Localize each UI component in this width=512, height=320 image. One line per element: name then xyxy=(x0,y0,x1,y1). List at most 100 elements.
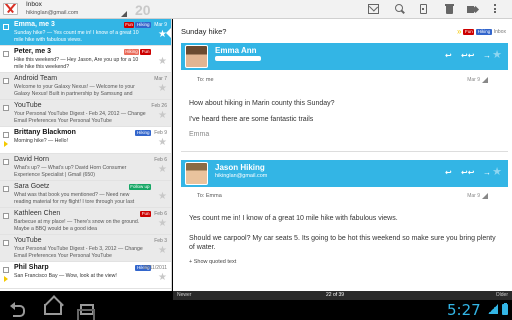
select-checkbox[interactable] xyxy=(3,213,9,219)
star-icon[interactable]: ★ xyxy=(158,246,167,256)
account-email: hikinglan@gmail.com xyxy=(26,10,79,16)
label-chip: Fun xyxy=(463,29,475,35)
account-title: Inbox xyxy=(26,1,42,8)
label-chip: Hiking xyxy=(135,130,151,136)
list-item-snippet: What was that book you mentioned? — Need… xyxy=(14,192,135,205)
star-icon[interactable]: ★ xyxy=(158,57,167,67)
overflow-menu-icon[interactable] xyxy=(494,4,497,14)
star-icon[interactable]: ★ xyxy=(158,111,167,121)
details-dropdown-icon[interactable] xyxy=(482,193,488,199)
list-item[interactable]: Brittany Blackmon Hiking Feb 9 Morning hike… xyxy=(0,127,171,154)
older-button[interactable]: Older xyxy=(496,291,508,300)
list-item[interactable]: Sara Goetz Follow up What was that book yo… xyxy=(0,181,171,208)
status-clock: 5:27 xyxy=(447,301,481,319)
list-item[interactable]: Phil Sharp Hiking 10/11/2011 San Francisco … xyxy=(0,262,171,289)
divider xyxy=(181,151,508,152)
list-item-snippet: San Francisco Bay — Wow, look at the vie… xyxy=(14,273,117,279)
forward-icon[interactable]: → xyxy=(483,169,491,177)
list-item[interactable]: Android Team Mar 7 Welcome to your Galaxy … xyxy=(0,73,171,100)
list-item-labels: Fun Hiking xyxy=(123,22,151,28)
select-checkbox[interactable] xyxy=(3,105,9,111)
star-icon[interactable]: ★ xyxy=(158,192,167,202)
avatar xyxy=(185,45,208,68)
important-marker-icon xyxy=(4,276,8,282)
list-item-sender: Emma, me 3 xyxy=(14,21,55,28)
select-checkbox[interactable] xyxy=(3,186,9,192)
list-item-date: Feb 26 xyxy=(151,103,167,109)
list-item[interactable]: YouTube Feb 3 Your Personal YouTube Digest… xyxy=(0,235,171,262)
show-quoted-text-link[interactable]: + Show quoted text xyxy=(189,259,236,265)
forward-icon[interactable]: → xyxy=(483,52,491,60)
select-checkbox[interactable] xyxy=(3,78,9,84)
select-checkbox[interactable] xyxy=(3,132,9,138)
star-icon[interactable]: ★ xyxy=(158,30,167,40)
select-checkbox[interactable] xyxy=(3,24,9,30)
list-item[interactable]: YouTube Feb 26 Your Personal YouTube Diges… xyxy=(0,100,171,127)
list-item-snippet: Sunday hike? — Yes count me in! I know o… xyxy=(14,30,139,43)
message-date: Mar 9 xyxy=(467,193,480,199)
list-item[interactable]: Kathleen Chen Fun Feb 6 Barbecue at my plac… xyxy=(0,208,171,235)
newer-button[interactable]: Newer xyxy=(177,291,191,300)
list-item-snippet: Hike this weekend? — Hey Jason, Are you … xyxy=(14,57,139,70)
message-body-line: How about hiking in Marin county this Su… xyxy=(189,100,335,107)
select-checkbox[interactable] xyxy=(3,51,9,57)
list-item[interactable]: David Horn Feb 6 What's up? — What's up? D… xyxy=(0,154,171,181)
recent-apps-icon[interactable] xyxy=(77,304,95,320)
list-item[interactable]: Peter, me 3 Hiking Fun Hike this weekend? —… xyxy=(0,46,171,73)
list-item-sender: Kathleen Chen xyxy=(14,210,61,217)
select-checkbox[interactable] xyxy=(3,240,9,246)
important-marker-icon xyxy=(4,141,8,147)
label-chip: Fun xyxy=(140,49,151,55)
message-date: Mar 9 xyxy=(467,77,480,83)
recipients: To: me xyxy=(197,77,214,83)
reply-icon[interactable]: ↩ xyxy=(445,169,452,177)
select-checkbox[interactable] xyxy=(3,267,9,273)
star-icon[interactable]: ★ xyxy=(158,84,167,94)
list-item-date: Mar 7 xyxy=(154,76,167,82)
star-icon[interactable]: ★ xyxy=(158,165,167,175)
star-icon[interactable]: ★ xyxy=(492,167,502,178)
home-icon[interactable] xyxy=(44,304,62,315)
compose-icon[interactable] xyxy=(368,4,379,14)
reply-icon[interactable]: ↩ xyxy=(445,52,452,60)
list-item-date: Feb 6 xyxy=(154,157,167,163)
list-item-sender: Peter, me 3 xyxy=(14,48,51,55)
label-inbox: Inbox xyxy=(493,29,506,35)
message-header[interactable]: Jason Hiking hikinglan@gmail.com ↩ ↩↩ → … xyxy=(181,160,508,187)
conversation-pager: Newer 22 of 39 Older xyxy=(173,291,512,300)
star-icon[interactable]: ★ xyxy=(492,50,502,61)
labels-icon[interactable] xyxy=(466,4,477,14)
gmail-logo-icon[interactable] xyxy=(3,3,18,15)
message-body-line: I've heard there are some fantastic trai… xyxy=(189,116,314,123)
reply-all-icon[interactable]: ↩↩ xyxy=(461,52,474,60)
list-item-snippet: Your Personal YouTube Digest - Feb 24, 2… xyxy=(14,111,146,124)
archive-icon[interactable] xyxy=(420,4,427,14)
message-list: Emma, me 3 Fun Hiking Mar 9 Sunday hike? — Y… xyxy=(0,19,172,291)
message-header[interactable]: Emma Ann ↩ ↩↩ → ★ xyxy=(181,43,508,70)
select-checkbox[interactable] xyxy=(3,159,9,165)
search-icon[interactable] xyxy=(394,4,405,14)
pager-position: 22 of 39 xyxy=(326,292,345,298)
back-icon[interactable] xyxy=(10,302,26,317)
star-icon[interactable]: ★ xyxy=(158,138,167,148)
reply-all-icon[interactable]: ↩↩ xyxy=(461,169,474,177)
list-item-sender: Sara Goetz xyxy=(14,183,50,190)
account-dropdown-icon[interactable] xyxy=(121,11,127,17)
star-icon[interactable]: ★ xyxy=(158,219,167,229)
list-item-date: Feb 6 xyxy=(154,211,167,217)
avatar xyxy=(185,162,208,185)
sender-email xyxy=(215,56,261,62)
delete-icon[interactable] xyxy=(444,4,455,14)
star-icon[interactable]: ★ xyxy=(158,273,167,283)
list-item-sender: Brittany Blackmon xyxy=(14,129,76,136)
message-signature: Emma xyxy=(189,131,210,138)
list-item-labels: Follow up xyxy=(128,184,151,190)
action-bar: Inbox hikinglan@gmail.com 20 xyxy=(0,0,512,19)
label-chip: Hiking xyxy=(123,49,140,55)
details-dropdown-icon[interactable] xyxy=(482,77,488,83)
list-item[interactable]: Emma, me 3 Fun Hiking Mar 9 Sunday hike? — Y… xyxy=(0,19,171,46)
label-chip: Fun xyxy=(140,211,151,217)
sender-name: Jason Hiking xyxy=(215,163,265,172)
account-switcher[interactable]: Inbox hikinglan@gmail.com xyxy=(26,1,78,17)
list-item-date: 10/11/2011 xyxy=(142,265,167,271)
